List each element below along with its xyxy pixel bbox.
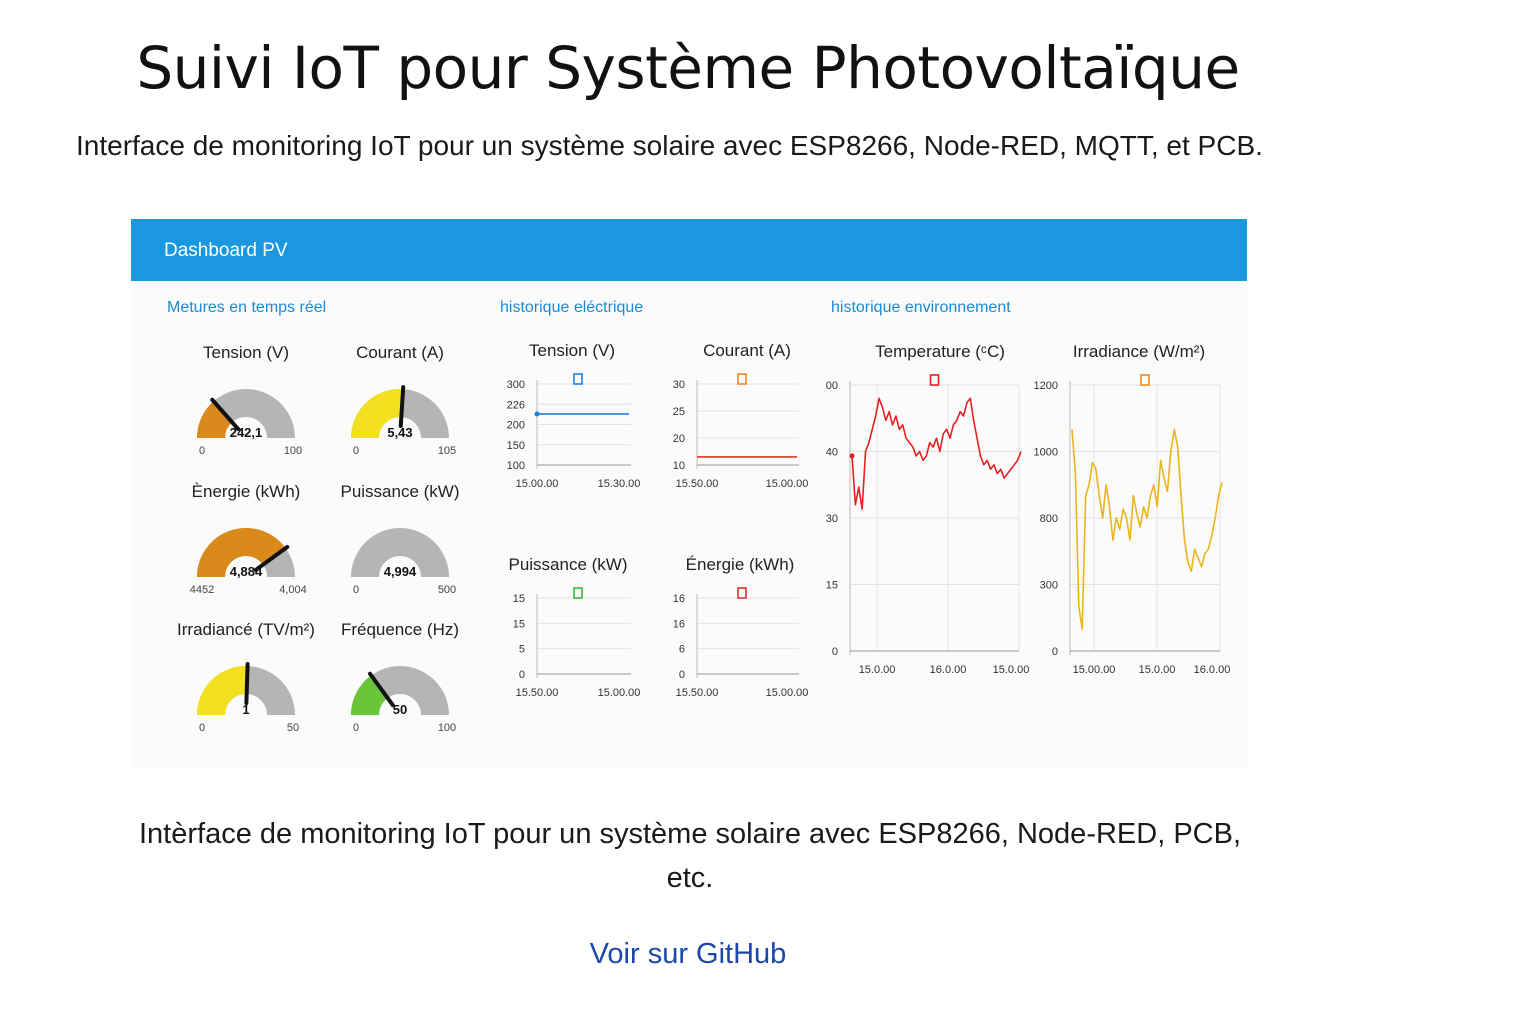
chart-xtick-label: 15.30.00	[598, 478, 641, 490]
gauge-value: 1	[242, 702, 249, 717]
chart-ytick-label: 25	[673, 406, 685, 418]
chart-xtick-label: 15.00.00	[766, 478, 809, 490]
gauge-value: 5,43	[387, 425, 412, 440]
chart-ytick-label: 16	[673, 593, 685, 605]
chart-ytick-label: 30	[673, 379, 685, 391]
chart-xtick-label: 15.0.00	[859, 664, 896, 676]
gauge-title: Puissance (kW)	[340, 482, 459, 501]
chart-point	[849, 453, 855, 459]
gauge-title: Ènergie (kWh)	[192, 482, 301, 501]
page-title: Suivi IoT pour Système Photovoltaïque	[136, 34, 1240, 102]
gauge-min-label: 0	[353, 584, 359, 596]
chart-xtick-label: 15.0.00	[993, 664, 1030, 676]
chart-ytick-label: 100	[507, 460, 525, 472]
project-description: Intèrface de monitoring IoT pour un syst…	[138, 818, 1241, 894]
chart-ytick-label: 0	[679, 669, 685, 681]
gauge-title: Tension (V)	[203, 343, 289, 362]
chart-ytick-label: 0	[832, 646, 838, 658]
chart-ytick-label: 150	[507, 440, 525, 452]
chart-ytick-label: 800	[1040, 513, 1058, 525]
chart-ytick-label: 300	[1040, 580, 1058, 592]
chart-ytick-label: 20	[673, 433, 685, 445]
chart-ytick-label: 226	[507, 399, 525, 411]
chart-legend-marker	[573, 373, 583, 385]
gauge-needle	[398, 385, 406, 429]
gauge-min-label: 4452	[190, 584, 214, 596]
chart-point	[534, 411, 540, 417]
gauge-needle	[244, 662, 250, 706]
chart-ytick-label: 1200	[1034, 380, 1058, 392]
chart-ytick-label: 15	[826, 580, 838, 592]
chart-ytick-label: 00	[826, 380, 838, 392]
chart-ytick-label: 0	[519, 669, 525, 681]
chart-ytick-label: 40	[826, 447, 838, 459]
chart-legend-marker	[737, 373, 747, 385]
gauge-max-label: 50	[287, 722, 299, 734]
github-link[interactable]: Voir sur GitHub	[590, 938, 787, 970]
gauge-title: Irradiancé (TV/m²)	[177, 620, 315, 639]
chart-title: Tension (V)	[529, 341, 615, 360]
chart-title: Irradiance (W/m²)	[1073, 342, 1205, 361]
chart-ytick-label: 6	[679, 644, 685, 656]
chart-xtick-label: 16.0.00	[930, 664, 967, 676]
chart-title: Énergie (kWh)	[686, 555, 795, 574]
chart-ytick-label: 0	[1052, 646, 1058, 658]
gauge-max-label: 100	[438, 722, 456, 734]
gauge-title: Courant (A)	[356, 343, 444, 362]
chart-ytick-label: 30	[826, 513, 838, 525]
chart-title: Temperature (ᶜC)	[875, 342, 1005, 361]
gauge-min-label: 0	[199, 722, 205, 734]
gauge-max-label: 500	[438, 584, 456, 596]
chart-title: Courant (A)	[703, 341, 791, 360]
chart-ytick-label: 200	[507, 420, 525, 432]
chart-ytick-label: 16	[673, 618, 685, 630]
gauge-title: Fréquence (Hz)	[341, 620, 459, 639]
chart-legend-marker	[1140, 374, 1150, 386]
chart-ytick-label: 15	[513, 618, 525, 630]
gauge-min-label: 0	[353, 445, 359, 457]
gauge-value: 4,994	[384, 564, 417, 579]
chart-xtick-label: 15.00.00	[598, 687, 641, 699]
chart-ytick-label: 5	[519, 644, 525, 656]
page-subtitle: Interface de monitoring IoT pour un syst…	[76, 130, 1263, 161]
chart-xtick-label: 15.50.00	[516, 687, 559, 699]
chart-xtick-label: 16.0.00	[1194, 664, 1231, 676]
chart-title: Puissance (kW)	[508, 555, 627, 574]
chart-ytick-label: 10	[673, 460, 685, 472]
chart-xtick-label: 15.50.00	[676, 478, 719, 490]
gauge-value: 50	[393, 702, 407, 717]
gauge-fill	[351, 675, 389, 716]
gauge-max-label: 4,004	[279, 584, 307, 596]
gauge-min-label: 0	[353, 722, 359, 734]
chart-ytick-label: 1000	[1034, 447, 1058, 459]
chart-xtick-label: 15.00.00	[516, 478, 559, 490]
chart-ytick-label: 15	[513, 593, 525, 605]
gauge-max-label: 100	[284, 445, 302, 457]
chart-xtick-label: 15.00.00	[1073, 664, 1116, 676]
gauge-max-label: 105	[438, 445, 456, 457]
gauge-fill	[197, 401, 233, 439]
chart-xtick-label: 15.00.00	[766, 687, 809, 699]
gauge-min-label: 0	[199, 445, 205, 457]
dashboard-screenshot: Dashboard PV Metures en temps réel histo…	[131, 219, 1247, 769]
chart-legend-marker	[573, 587, 583, 599]
chart-xtick-label: 15.0.00	[1139, 664, 1176, 676]
chart-ytick-label: 300	[507, 379, 525, 391]
chart-legend-marker	[737, 587, 747, 599]
dashboard-widgets: Tension (V)242,10 100Courant (A)5,430 105È…	[177, 341, 1231, 734]
chart-legend-marker	[929, 374, 940, 386]
chart-xtick-label: 15.50.00	[676, 687, 719, 699]
gauge-value: 4,884	[230, 564, 263, 579]
gauge-value: 242,1	[230, 425, 263, 440]
